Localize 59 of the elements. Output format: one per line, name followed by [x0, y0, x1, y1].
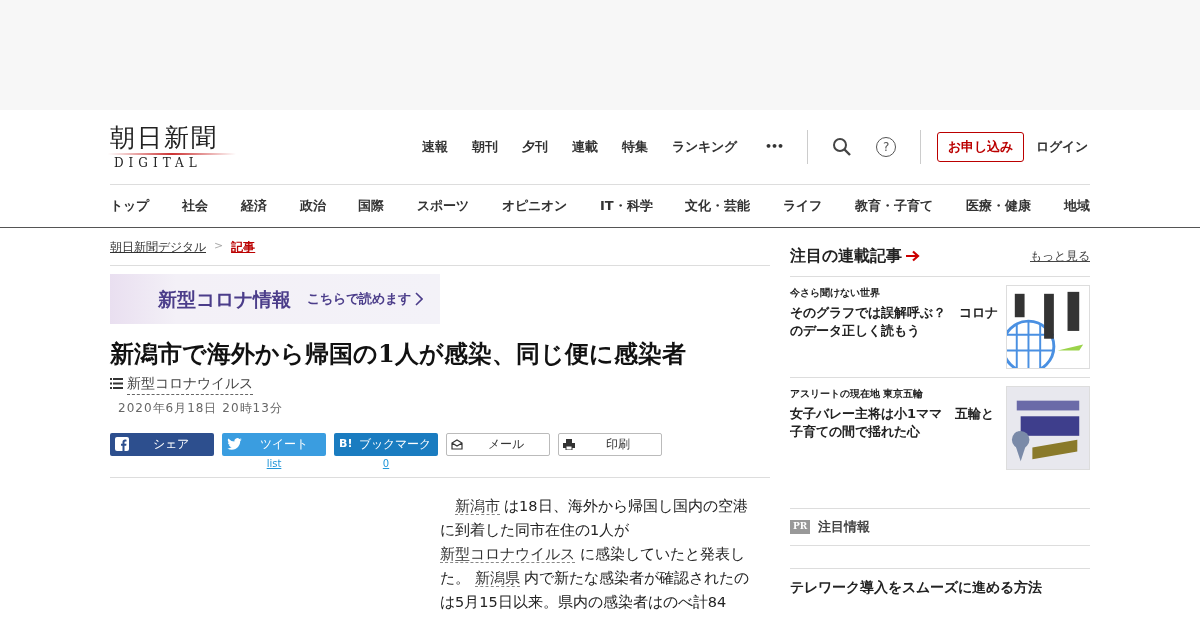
share-button[interactable]: 印刷 — [558, 432, 662, 456]
login-link[interactable]: ログイン — [1036, 137, 1089, 157]
pr-badge: PR — [790, 520, 811, 534]
envelope-icon — [451, 438, 463, 450]
top-nav-link[interactable]: 朝刊 — [468, 137, 502, 157]
breadcrumb-separator: > — [214, 238, 224, 255]
category-tab[interactable]: 経済 — [240, 196, 267, 216]
category-tab[interactable]: 政治 — [299, 196, 326, 216]
keyword-link[interactable]: 新型コロナウイルス — [440, 545, 575, 563]
category-tab[interactable]: ライフ — [783, 196, 823, 216]
printer-icon — [563, 438, 575, 450]
breadcrumb-link[interactable]: 記事 — [231, 237, 256, 256]
promo-link[interactable]: テレワーク導入をスムーズに進める方法 — [790, 576, 1090, 598]
keyword-link[interactable]: 新潟市 — [454, 497, 500, 515]
more-menu-button[interactable]: ••• — [765, 138, 784, 156]
banner-link[interactable]: こちらで読めます — [307, 289, 411, 309]
search-icon[interactable] — [832, 137, 853, 157]
top-nav-link[interactable]: 連載 — [568, 137, 602, 157]
chevron-icon — [415, 292, 423, 306]
category-tab[interactable]: 医療・健康 — [966, 196, 1031, 216]
series-label: アスリートの現在地 東京五輪 — [790, 387, 925, 401]
coronavirus-banner[interactable]: 新型コロナ情報 こちらで読めます — [110, 274, 440, 324]
top-nav-link[interactable]: 特集 — [618, 137, 652, 157]
topic-link[interactable]: 新型コロナウイルス — [127, 372, 253, 395]
more-link[interactable]: もっと見る — [1030, 247, 1090, 265]
share-button[interactable]: B! ブックマーク — [334, 432, 438, 456]
share-button[interactable]: シェア — [110, 432, 214, 456]
hatena-icon: B! — [339, 436, 353, 453]
category-tab[interactable]: 国際 — [358, 196, 385, 216]
breadcrumb-link[interactable]: 朝日新聞デジタル — [110, 237, 206, 256]
article-body: 新潟市 は18日、海外から帰国し国内の空港に到着した同市在住の1人が 新型コロナウイルス に感染していたと発表した。 新潟県 内で新たな感染者が確認されたのは5月15日以来。県内の感染者はのべ計84 — [440, 496, 750, 612]
keyword-link[interactable]: 新潟県 — [474, 569, 520, 587]
share-button[interactable]: メール — [446, 432, 550, 456]
section-title: 注目情報 — [818, 518, 871, 536]
category-tab[interactable]: 地域 — [1063, 196, 1090, 216]
section-title: 注目の連載記事 — [790, 245, 902, 267]
category-tab[interactable]: 文化・芸能 — [685, 196, 751, 216]
category-tab[interactable]: オピニオン — [502, 196, 568, 216]
headline-link[interactable]: 女子バレー主将は小1ママ 五輪と子育ての間で揺れた心 — [790, 405, 998, 442]
category-tab[interactable]: スポーツ — [417, 196, 470, 216]
article-date: 2020年6月18日 20時13分 — [118, 399, 284, 417]
article-title: 新潟市で海外から帰国の1人が感染、同じ便に感染者 — [110, 340, 687, 369]
category-tab[interactable]: トップ — [110, 196, 149, 216]
top-nav-link[interactable]: 夕刊 — [518, 137, 552, 157]
list-icon — [110, 378, 123, 390]
arrow-icon[interactable] — [906, 250, 920, 262]
banner-title: 新型コロナ情報 — [158, 286, 291, 312]
headline-link[interactable]: そのグラフでは誤解呼ぶ？ コロナのデータ正しく読もう — [790, 304, 998, 341]
category-tab[interactable]: IT・科学 — [599, 196, 653, 216]
logo-subtitle[interactable]: DIGITAL — [114, 157, 410, 169]
subscribe-button[interactable]: お申し込み — [937, 132, 1025, 162]
category-tab[interactable]: 教育・子育て — [855, 196, 934, 216]
category-tab[interactable]: 社会 — [181, 196, 208, 216]
top-nav-link[interactable]: ランキング — [668, 137, 741, 157]
bird-icon — [227, 438, 242, 451]
facebook-icon — [115, 437, 129, 452]
top-nav-link[interactable]: 速報 — [418, 137, 452, 157]
logo-title[interactable]: 朝日新聞 — [110, 125, 410, 150]
series-label: 今さら聞けない世界 — [790, 286, 881, 300]
